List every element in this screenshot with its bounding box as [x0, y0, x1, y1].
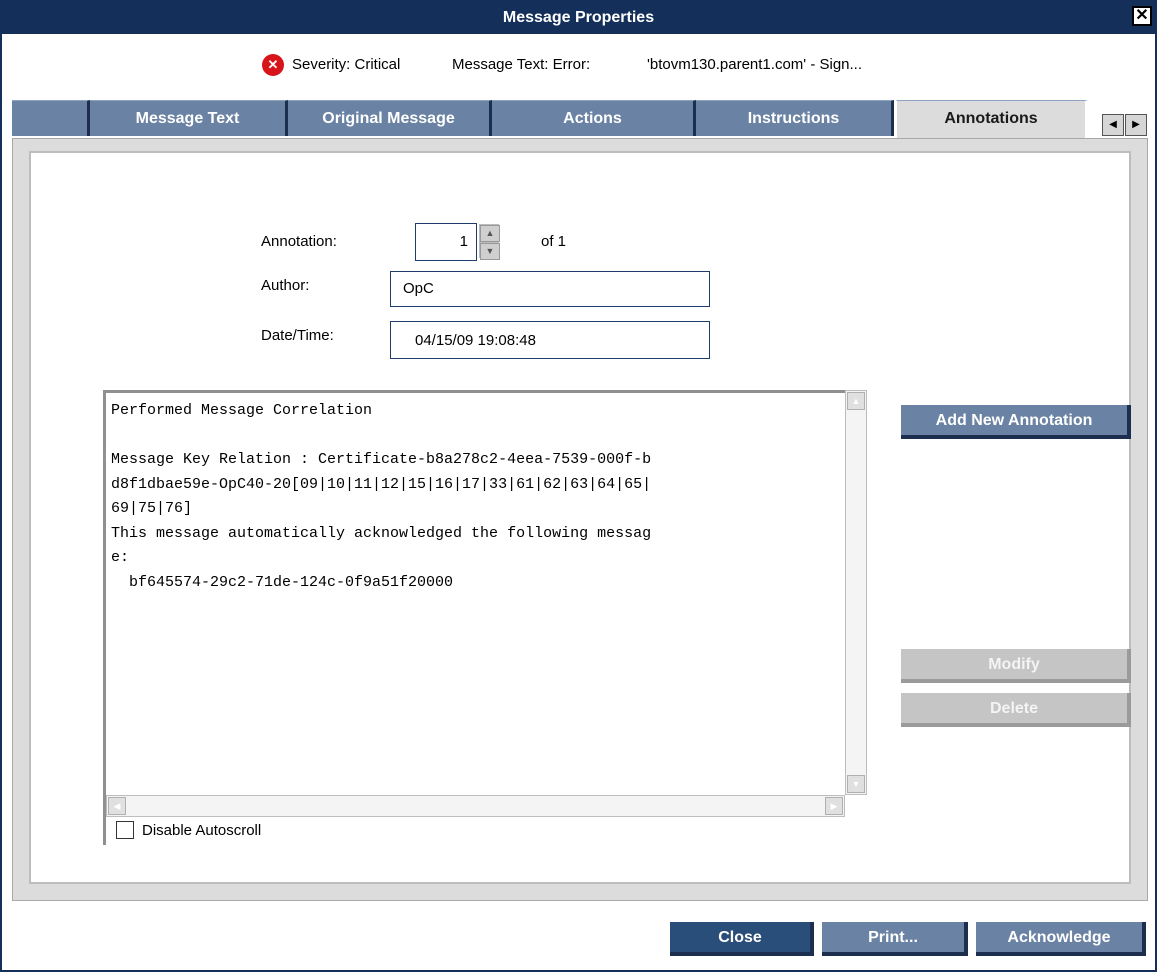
tab-message-text[interactable]: Message Text — [90, 100, 288, 136]
annotation-text[interactable]: Performed Message Correlation Message Ke… — [103, 390, 845, 845]
tab-strip: Message Text Original Message Actions In… — [12, 100, 1147, 142]
scroll-up-icon[interactable]: ▲ — [847, 392, 865, 410]
message-text-value: 'btovm130.parent1.com' - Sign... — [647, 56, 863, 73]
annotation-line: e: — [111, 549, 130, 566]
scroll-left-icon[interactable]: ◀ — [108, 797, 126, 815]
severity-label: Severity: Critical — [292, 56, 401, 73]
spinner-down-icon[interactable]: ▼ — [480, 243, 500, 260]
tab-actions[interactable]: Actions — [492, 100, 696, 136]
close-icon[interactable]: ✕ — [1132, 6, 1152, 26]
tab-annotations[interactable]: Annotations — [896, 100, 1088, 142]
delete-button[interactable]: Delete — [901, 693, 1131, 727]
horizontal-scrollbar[interactable]: ◀ ▶ — [106, 795, 845, 817]
critical-severity-icon: ✕ — [262, 54, 284, 76]
tab-scroll-left-icon[interactable]: ◀ — [1102, 114, 1124, 136]
annotation-text-area: Performed Message Correlation Message Ke… — [103, 390, 867, 860]
annotation-spinner[interactable]: ▲ ▼ — [479, 224, 500, 260]
annotation-label: Annotation: — [261, 233, 337, 250]
tab-scroll-arrows: ◀ ▶ — [1102, 114, 1147, 136]
disable-autoscroll-label: Disable Autoscroll — [142, 822, 262, 839]
annotation-line: d8f1dbae59e-OpC40-20[09|10|11|12|15|16|1… — [111, 475, 652, 493]
annotation-line: bf645574-29c2-71de-124c-0f9a51f20000 — [111, 573, 454, 591]
tab-hidden-left[interactable] — [12, 100, 90, 136]
scroll-down-icon[interactable]: ▼ — [847, 775, 865, 793]
window-title: Message Properties — [502, 9, 655, 26]
tab-instructions[interactable]: Instructions — [696, 100, 894, 136]
scroll-right-icon[interactable]: ▶ — [825, 797, 843, 815]
author-field[interactable]: OpC — [390, 271, 710, 307]
close-button[interactable]: Close — [670, 922, 814, 956]
tab-scroll-right-icon[interactable]: ▶ — [1125, 114, 1147, 136]
datetime-label: Date/Time: — [261, 327, 334, 344]
annotations-panel-content: Annotation: 1 ▲ ▼ of 1 Author: OpC Date/… — [29, 151, 1131, 884]
print-button[interactable]: Print... — [822, 922, 968, 956]
message-properties-window: Message Properties ✕ ✕ Severity: Critica… — [0, 0, 1157, 972]
vertical-scrollbar[interactable]: ▲ ▼ — [845, 390, 867, 795]
add-new-annotation-button[interactable]: Add New Annotation — [901, 405, 1131, 439]
annotation-line: This message automatically acknowledged … — [111, 524, 652, 542]
tab-original-message[interactable]: Original Message — [288, 100, 492, 136]
annotation-line: 69|75|76] — [111, 500, 193, 517]
author-label: Author: — [261, 277, 310, 294]
datetime-field[interactable]: 04/15/09 19:08:48 — [390, 321, 710, 359]
annotation-line: Message Key Relation : Certificate-b8a27… — [111, 451, 652, 468]
disable-autoscroll-checkbox[interactable] — [116, 821, 134, 839]
annotation-count: of 1 — [541, 233, 567, 250]
spinner-up-icon[interactable]: ▲ — [480, 225, 500, 242]
annotations-panel: Annotation: 1 ▲ ▼ of 1 Author: OpC Date/… — [12, 138, 1148, 901]
annotation-line: Performed Message Correlation — [111, 402, 373, 419]
annotation-number-field[interactable]: 1 — [415, 223, 477, 261]
modify-button[interactable]: Modify — [901, 649, 1131, 683]
title-bar: Message Properties ✕ — [2, 2, 1155, 34]
acknowledge-button[interactable]: Acknowledge — [976, 922, 1146, 956]
message-text-label: Message Text: Error: — [452, 56, 591, 73]
annotation-line — [111, 424, 845, 449]
